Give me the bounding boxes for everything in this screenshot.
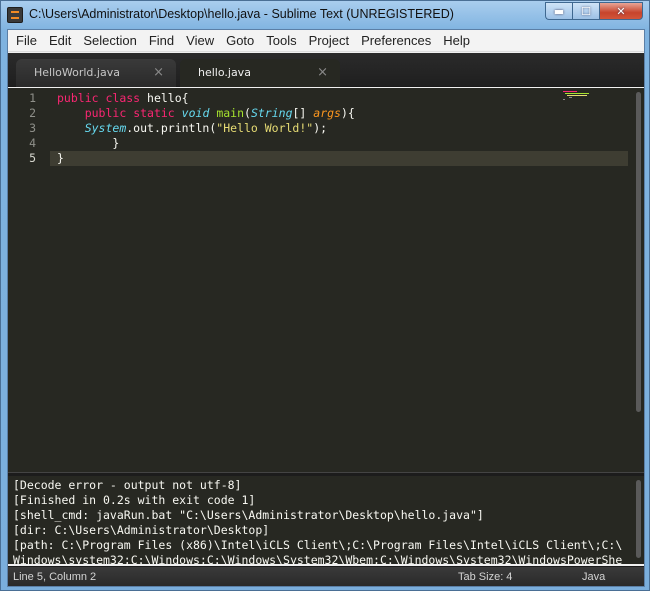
menu-help[interactable]: Help [437,30,476,52]
line-number: 1 [29,91,36,105]
editor-scrollbar[interactable] [636,92,641,412]
code-token: ); [313,121,328,135]
status-bar: Line 5, Column 2 Tab Size: 4 Java [8,566,644,586]
code-line: public class hello{ [57,91,189,106]
code-token: public [84,106,127,120]
maximize-button[interactable]: ☐ [572,2,599,20]
tab-strip: HelloWorld.java × hello.java × [8,53,644,87]
tab-hello-java[interactable]: hello.java × [180,59,340,87]
menu-tools[interactable]: Tools [260,30,302,52]
tab-size-indicator[interactable]: Tab Size: 4 [458,571,512,583]
code-token: hello{ [140,91,189,105]
tab-label: HelloWorld.java [34,66,120,79]
menu-goto[interactable]: Goto [220,30,260,52]
line-number: 3 [29,121,36,135]
current-line-highlight [8,151,628,166]
sublime-window: C:\Users\Administrator\Desktop\hello.jav… [0,0,650,591]
output-line: [Finished in 0.2s with exit code 1] [13,493,256,507]
menu-project[interactable]: Project [303,30,355,52]
code-token: String [250,106,293,120]
code-token: ( [244,106,251,120]
line-number: 5 [29,151,36,165]
code-line: public static void main(String[] args){ [57,106,355,121]
line-number: 4 [29,136,36,150]
code-token: .out.println( [126,121,217,135]
line-number-gutter: 1 2 3 4 5 [8,88,50,472]
menu-file[interactable]: File [10,30,43,52]
code-token: main [216,106,245,120]
menu-find[interactable]: Find [143,30,180,52]
close-button[interactable]: ✕ [599,2,643,20]
build-output-panel[interactable]: [Decode error - output not utf-8] [Finis… [8,476,644,567]
code-editor[interactable]: 1 2 3 4 5 public class hello{ public sta… [8,88,644,472]
code-token: [] [292,106,314,120]
output-line: [path: C:\Program Files (x86)\Intel\iCLS… [13,538,623,552]
output-line: [dir: C:\Users\Administrator\Desktop] [13,523,270,537]
syntax-indicator[interactable]: Java [582,571,605,583]
minimap[interactable] [563,91,603,105]
menu-bar: File Edit Selection Find View Goto Tools… [8,30,644,52]
line-number: 2 [29,106,36,120]
code-token: "Hello World!" [216,121,314,135]
output-scrollbar[interactable] [636,480,641,558]
menu-preferences[interactable]: Preferences [355,30,437,52]
window-title: C:\Users\Administrator\Desktop\hello.jav… [29,7,454,21]
code-line: } [57,136,119,151]
app-client-area: File Edit Selection Find View Goto Tools… [7,29,645,587]
code-token: } [57,151,64,165]
window-controls: ▬ ☐ ✕ [545,2,643,20]
tab-label: hello.java [198,66,251,79]
cursor-position: Line 5, Column 2 [13,571,97,583]
sublime-text-icon [7,7,23,23]
code-token: args [313,106,341,120]
code-token: static [133,106,175,120]
menu-edit[interactable]: Edit [43,30,77,52]
code-line: System.out.println("Hello World!"); [57,121,327,136]
title-bar[interactable]: C:\Users\Administrator\Desktop\hello.jav… [1,1,649,29]
code-token: class [105,91,141,105]
menu-view[interactable]: View [180,30,220,52]
code-token: void [181,106,210,120]
output-line: [Decode error - output not utf-8] [13,478,242,492]
code-line: } [57,151,64,166]
code-token: ){ [340,106,355,120]
code-token: public [57,91,99,105]
tab-close-icon[interactable]: × [317,65,328,80]
code-token: } [57,136,120,150]
minimize-button[interactable]: ▬ [545,2,572,20]
code-token: System [84,121,127,135]
menu-selection[interactable]: Selection [77,30,142,52]
tab-helloworld-java[interactable]: HelloWorld.java × [16,59,176,87]
tab-close-icon[interactable]: × [153,65,164,80]
output-line: [shell_cmd: javaRun.bat "C:\Users\Admini… [13,508,484,522]
